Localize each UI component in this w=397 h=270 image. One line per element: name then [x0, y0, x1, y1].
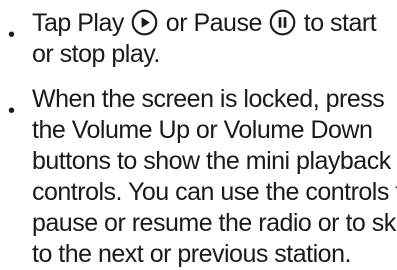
text-segment: Tap Play — [32, 9, 131, 37]
bullet-marker: • — [8, 24, 16, 46]
bullet-text: When the screen is locked, press the Vol… — [32, 84, 397, 270]
text-line: Tap Play or Pause to start — [32, 8, 392, 39]
text-line: or stop play. — [32, 40, 160, 68]
text-line: to the next or previous station. — [32, 240, 351, 268]
text-segment: or Pause — [159, 9, 269, 37]
pause-circle-icon — [269, 9, 296, 36]
text-line: controls. You can use the controls to — [32, 178, 397, 206]
bullet-text: Tap Play or Pause to start or stop play. — [32, 8, 392, 70]
text-line: the Volume Up or Volume Down — [32, 116, 373, 144]
text-line: pause or resume the radio or to skip — [32, 209, 397, 237]
bullet-marker: • — [8, 100, 16, 122]
text-line: buttons to show the mini playback — [32, 147, 391, 175]
text-segment: to start — [297, 9, 377, 37]
play-circle-icon — [132, 9, 158, 36]
text-line: When the screen is locked, press — [32, 85, 385, 113]
